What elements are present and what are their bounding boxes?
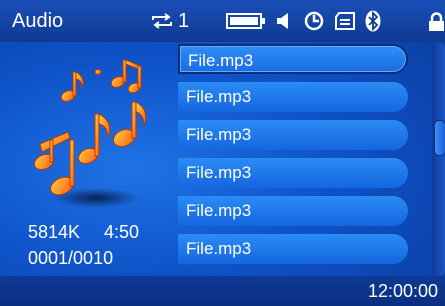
scrollbar-track[interactable] [432, 42, 445, 276]
bluetooth-icon[interactable] [365, 10, 381, 32]
scrollbar-thumb[interactable] [434, 120, 445, 156]
file-name: File.mp3 [186, 239, 252, 258]
file-name: File.mp3 [186, 163, 252, 182]
file-name: File.mp3 [186, 125, 252, 144]
player-screen: Audio 1 5814K 4:50 0001/0010 File.mp3 Fi… [0, 0, 445, 306]
speaker-icon[interactable] [275, 12, 293, 30]
repeat-count: 1 [178, 10, 190, 32]
lock-icon [429, 12, 444, 31]
file-name: File.mp3 [186, 87, 252, 106]
file-item[interactable]: File.mp3 [178, 196, 408, 226]
app-title: Audio [12, 10, 64, 32]
battery-icon [226, 13, 265, 29]
clock-icon[interactable] [304, 11, 324, 31]
file-item[interactable]: File.mp3 [178, 158, 408, 188]
repeat-icon[interactable] [150, 12, 174, 30]
clock-display: 12:00:00 [368, 281, 439, 301]
music-notes-icon [33, 59, 147, 208]
file-item[interactable]: File.mp3 [178, 44, 408, 74]
track-index: 0001/0010 [28, 248, 114, 268]
file-name: File.mp3 [186, 201, 252, 220]
file-item[interactable]: File.mp3 [178, 234, 408, 264]
file-size: 5814K [28, 222, 81, 242]
file-item[interactable]: File.mp3 [178, 120, 408, 150]
file-name: File.mp3 [188, 51, 254, 70]
file-item[interactable]: File.mp3 [178, 82, 408, 112]
card-icon [335, 12, 355, 30]
track-duration: 4:50 [104, 222, 140, 242]
